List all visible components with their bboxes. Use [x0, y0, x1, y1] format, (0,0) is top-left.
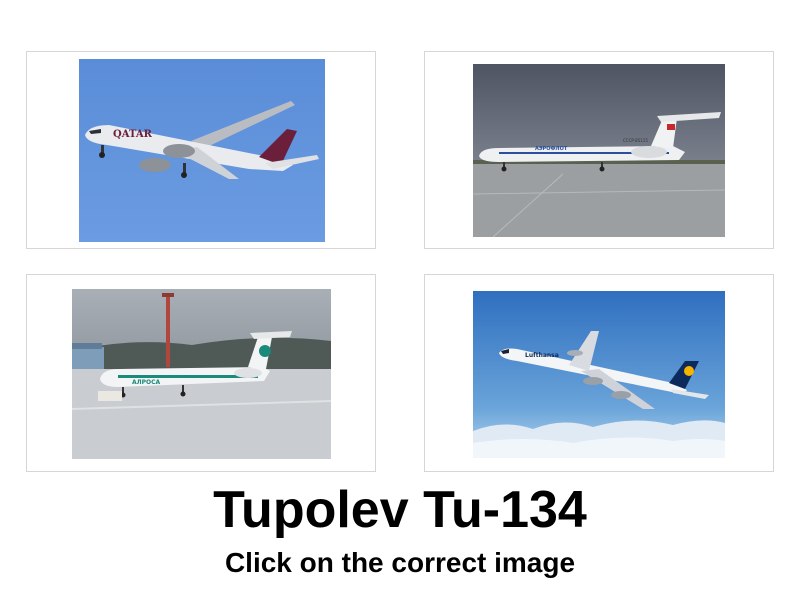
registration-text: CCCP-85115 — [623, 138, 648, 143]
answer-option-1[interactable]: QATAR — [26, 51, 376, 249]
livery-text-qatar: QATAR — [113, 129, 153, 140]
aeroflot-tu-154-on-apron-image[interactable]: АЭРОФЛОТ CCCP-85115 — [473, 64, 725, 237]
answer-option-2[interactable]: АЭРОФЛОТ CCCP-85115 — [424, 51, 774, 249]
livery-text-alrosa: АЛРОСА — [132, 379, 161, 386]
tupolev-tu-134-on-snowy-apron-image[interactable]: АЛРОСА — [72, 289, 331, 459]
answer-option-3[interactable]: АЛРОСА — [26, 274, 376, 472]
lufthansa-airbus-a340-over-clouds-image[interactable]: Lufthansa — [473, 291, 725, 458]
instruction-text: Click on the correct image — [224, 547, 576, 578]
quiz-screen: QATAR АЭРОФЛОТ CCCP-85115 АЛРОСА Lufthan… — [0, 0, 800, 600]
question-title: Tupolev Tu-134 — [213, 481, 587, 539]
answer-option-4[interactable]: Lufthansa — [424, 274, 774, 472]
livery-text-lufthansa: Lufthansa — [525, 352, 559, 359]
livery-text-aeroflot: АЭРОФЛОТ — [535, 146, 568, 152]
qatar-airways-boeing-787-in-flight-image[interactable]: QATAR — [79, 59, 325, 242]
